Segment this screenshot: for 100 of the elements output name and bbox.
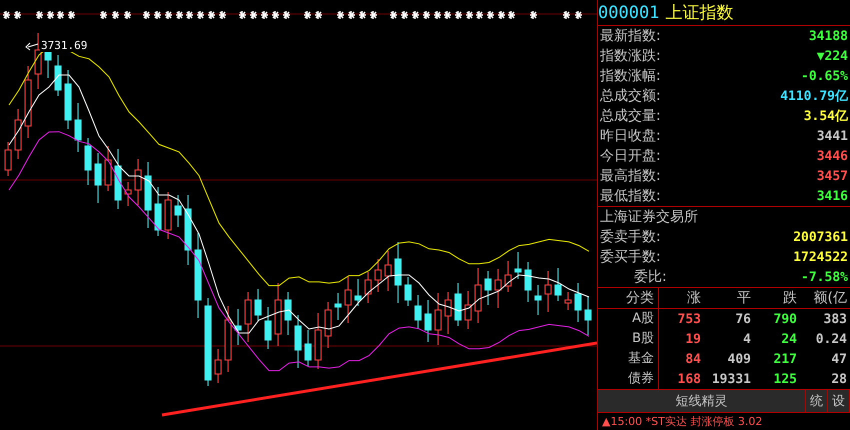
asterisk-icon[interactable]: [2, 10, 11, 20]
table-cell-text: 383: [822, 312, 847, 327]
asterisk-icon[interactable]: [400, 10, 409, 20]
candlestick: [354, 278, 362, 306]
table-cell-text: 24: [780, 332, 797, 347]
asterisk-icon[interactable]: [282, 10, 291, 20]
candlestick: [424, 300, 432, 342]
candlestick: [514, 252, 522, 280]
asterisk-icon[interactable]: [175, 10, 184, 20]
table-cell-text: 790: [772, 312, 797, 327]
stat-value: ▼224: [816, 48, 848, 64]
asterisk-icon[interactable]: [238, 10, 247, 20]
asterisk-icon[interactable]: [123, 10, 132, 20]
candlestick: [524, 262, 532, 302]
candlestick: [434, 292, 442, 346]
asterisk-icon[interactable]: [260, 10, 269, 20]
stat-label: 指数涨跌:: [600, 47, 661, 66]
asterisk-icon[interactable]: [347, 10, 356, 20]
candlestick: [134, 158, 142, 206]
stat-value: 3457: [816, 168, 848, 184]
candlestick: [364, 272, 372, 304]
asterisk-icon[interactable]: [497, 10, 506, 20]
asterisk-icon[interactable]: [443, 10, 452, 20]
asterisk-icon[interactable]: [111, 10, 120, 20]
asterisk-icon[interactable]: [529, 10, 538, 20]
candlestick: [154, 186, 162, 236]
asterisk-icon[interactable]: [422, 10, 431, 20]
table-cell-text: 4: [742, 332, 751, 347]
order-label: 委比:: [634, 268, 667, 286]
asterisk-icon[interactable]: [358, 10, 367, 20]
candlestick: [394, 242, 402, 304]
asterisk-icon[interactable]: [465, 10, 474, 20]
stat-value: 34188: [808, 28, 848, 44]
asterisk-icon[interactable]: [207, 10, 216, 20]
candlestick: [184, 194, 192, 266]
asterisk-icon[interactable]: [196, 10, 205, 20]
asterisk-icon[interactable]: [35, 10, 44, 20]
asterisk-icon[interactable]: [336, 10, 345, 20]
candlestick: [574, 282, 582, 322]
asterisk-icon[interactable]: [56, 10, 65, 20]
asterisk-icon[interactable]: [486, 10, 495, 20]
stat-label: 昨日收盘:: [600, 127, 661, 146]
asterisk-icon[interactable]: [153, 10, 162, 20]
asterisk-icon[interactable]: [67, 10, 76, 20]
asterisk-icon[interactable]: [475, 10, 484, 20]
asterisk-icon[interactable]: [314, 10, 323, 20]
candlestick: [554, 268, 562, 302]
candlestick: [304, 330, 312, 366]
candlestick: [464, 290, 472, 330]
candlestick: [334, 292, 342, 320]
candlestick: [94, 152, 102, 204]
candlestick: [244, 292, 252, 342]
table-cell-text: 753: [676, 312, 701, 327]
candlestick: [274, 282, 282, 346]
asterisk-icon[interactable]: [507, 10, 516, 20]
candlestick: [474, 268, 482, 324]
table-cell-text: 28: [830, 372, 847, 387]
asterisk-icon[interactable]: [433, 10, 442, 20]
asterisk-icon[interactable]: [142, 10, 151, 20]
stat-value: 3441: [816, 128, 848, 144]
candlestick: [384, 250, 392, 292]
candlestick: [234, 308, 242, 346]
candlestick: [124, 182, 132, 206]
asterisk-icon[interactable]: [164, 10, 173, 20]
index-code: 000001: [598, 2, 660, 23]
asterisk-icon[interactable]: [249, 10, 258, 20]
order-value: 1724522: [793, 250, 848, 265]
asterisk-icon[interactable]: [574, 10, 583, 20]
candlestick: [164, 192, 172, 240]
stat-value: 3.54亿: [804, 108, 848, 126]
table-cell-text: 84: [684, 352, 701, 367]
candlestick: [4, 142, 12, 176]
candlestick: [344, 276, 352, 324]
asterisk-icon[interactable]: [411, 10, 420, 20]
asterisk-icon[interactable]: [185, 10, 194, 20]
stat-label: 最高指数:: [600, 167, 661, 186]
asterisk-icon[interactable]: [303, 10, 312, 20]
asterisk-icon[interactable]: [389, 10, 398, 20]
candlestick: [444, 292, 452, 334]
asterisk-icon[interactable]: [99, 10, 108, 20]
column-header: 平: [736, 289, 751, 308]
table-cell-text: 47: [830, 352, 847, 367]
candlestick: [404, 276, 412, 306]
table-cell-text: 217: [772, 352, 797, 367]
asterisk-icon[interactable]: [46, 10, 55, 20]
stat-label: 总成交量:: [600, 107, 661, 126]
order-value: 2007361: [793, 230, 848, 245]
table-cell-text: 168: [676, 372, 701, 387]
table-cell-text: 76: [734, 312, 751, 327]
candlestick: [534, 284, 542, 316]
asterisk-icon[interactable]: [454, 10, 463, 20]
asterisk-icon[interactable]: [562, 10, 571, 20]
table-cell-text: 125: [772, 372, 797, 387]
high-price-label: 3731.69: [40, 39, 88, 52]
table-cell: A股: [598, 309, 659, 330]
asterisk-icon[interactable]: [369, 10, 378, 20]
asterisk-icon[interactable]: [13, 10, 22, 20]
stat-label: 指数涨幅:: [600, 67, 661, 86]
asterisk-icon[interactable]: [218, 10, 227, 20]
asterisk-icon[interactable]: [271, 10, 280, 20]
